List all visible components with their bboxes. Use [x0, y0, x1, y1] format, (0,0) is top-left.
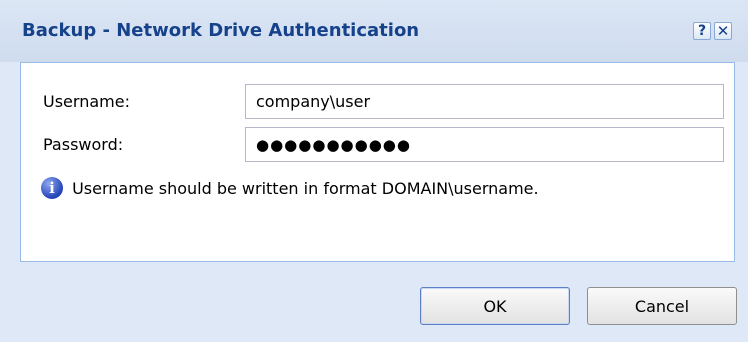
close-icon[interactable]: ✕	[714, 22, 732, 40]
dialog-title: Backup - Network Drive Authentication	[22, 20, 420, 41]
password-label: Password:	[43, 135, 124, 154]
form-panel: Username: Password: i Username should be…	[20, 62, 735, 262]
username-input[interactable]	[245, 84, 724, 119]
info-icon: i	[41, 177, 63, 199]
authentication-dialog: Backup - Network Drive Authentication ? …	[0, 0, 748, 342]
info-text: Username should be written in format DOM…	[72, 178, 539, 198]
help-icon[interactable]: ?	[693, 22, 711, 40]
username-label: Username:	[43, 92, 130, 111]
password-input[interactable]	[245, 127, 724, 162]
dialog-titlebar[interactable]: Backup - Network Drive Authentication ? …	[0, 0, 748, 62]
cancel-button[interactable]: Cancel	[587, 287, 737, 325]
info-message: i Username should be written in format D…	[41, 177, 539, 201]
ok-button[interactable]: OK	[420, 287, 570, 325]
